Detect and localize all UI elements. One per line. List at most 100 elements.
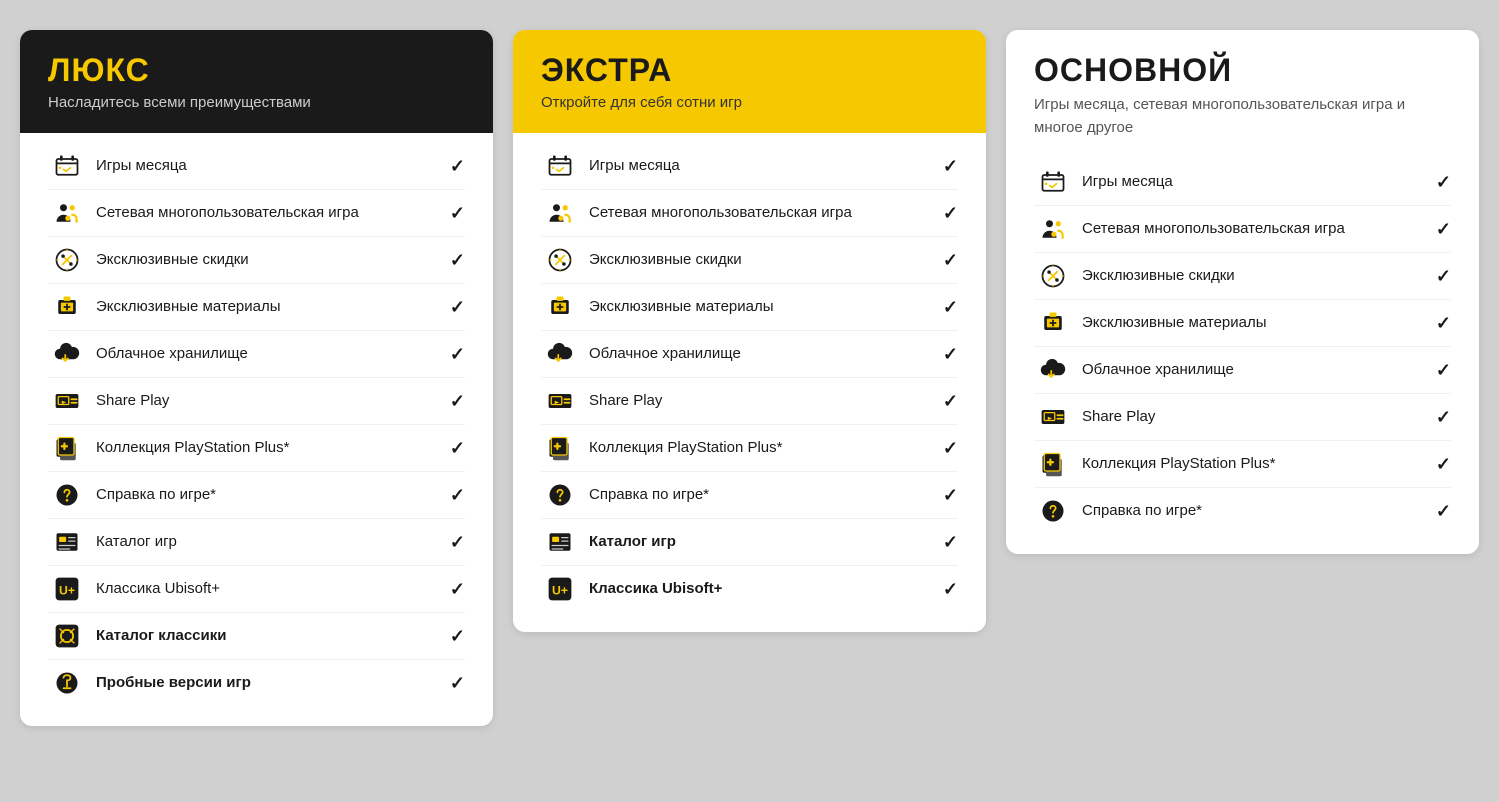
list-item: Коллекция PlayStation Plus* ✓	[541, 425, 958, 472]
cloud-icon	[48, 340, 86, 368]
feature-check: ✓	[450, 673, 465, 694]
feature-label: Пробные версии игр	[96, 673, 442, 693]
list-item: Сетевая многопользовательская игра✓	[541, 190, 958, 237]
list-item: Эксклюзивные материалы ✓	[541, 284, 958, 331]
shareplay-icon	[541, 387, 579, 415]
card-basic: ОСНОВНОЙ Игры месяца, сетевая многопользо…	[1006, 30, 1479, 554]
feature-check: ✓	[1436, 172, 1451, 193]
feature-check: ✓	[450, 297, 465, 318]
multiplayer-icon	[48, 199, 86, 227]
feature-check: ✓	[943, 344, 958, 365]
list-item: Каталог игр ✓	[541, 519, 958, 566]
list-item: Справка по игре*✓	[541, 472, 958, 519]
ubisoft-icon: U+	[541, 575, 579, 603]
materials-icon	[48, 293, 86, 321]
feature-check: ✓	[943, 391, 958, 412]
list-item: Справка по игре*✓	[48, 472, 465, 519]
card-subtitle-extra: Откройте для себя сотни игр	[541, 94, 958, 111]
list-item: U+ Классика Ubisoft+✓	[48, 566, 465, 613]
hint-icon	[1034, 497, 1072, 525]
card-extra: ЭКСТРАОткройте для себя сотни игр Игры м…	[513, 30, 986, 632]
feature-label: Share Play	[96, 391, 442, 411]
catalog-icon	[541, 528, 579, 556]
feature-label: Эксклюзивные материалы	[589, 297, 935, 317]
feature-check: ✓	[450, 250, 465, 271]
feature-label: Сетевая многопользовательская игра	[1082, 219, 1428, 239]
feature-label: Share Play	[1082, 407, 1428, 427]
list-item: Справка по игре*✓	[1034, 488, 1451, 534]
list-item: Share Play ✓	[1034, 394, 1451, 441]
feature-label: Игры месяца	[589, 156, 935, 176]
card-header-basic: ОСНОВНОЙ Игры месяца, сетевая многопользо…	[1006, 30, 1479, 149]
card-title-basic: ОСНОВНОЙ	[1034, 52, 1451, 89]
list-item: Облачное хранилище ✓	[1034, 347, 1451, 394]
list-item: Облачное хранилище ✓	[541, 331, 958, 378]
svg-text:U+: U+	[59, 583, 75, 597]
feature-check: ✓	[1436, 454, 1451, 475]
feature-check: ✓	[450, 485, 465, 506]
list-item: Сетевая многопользовательская игра ✓	[48, 190, 465, 237]
card-subtitle-luxe: Насладитесь всеми преимуществами	[48, 94, 465, 111]
feature-label: Классика Ubisoft+	[589, 579, 935, 599]
list-item: Эксклюзивные материалы✓	[1034, 300, 1451, 347]
feature-check: ✓	[943, 297, 958, 318]
feature-label: Игры месяца	[1082, 172, 1428, 192]
feature-check: ✓	[450, 344, 465, 365]
catalog-icon	[48, 528, 86, 556]
feature-label: Каталог игр	[589, 532, 935, 552]
feature-check: ✓	[450, 532, 465, 553]
feature-label: Эксклюзивные скидки	[1082, 266, 1428, 286]
list-item: Share Play✓	[541, 378, 958, 425]
ubisoft-icon: U+	[48, 575, 86, 603]
list-item: Каталог классики✓	[48, 613, 465, 660]
classics-icon	[48, 622, 86, 650]
hint-icon	[541, 481, 579, 509]
feature-check: ✓	[1436, 360, 1451, 381]
feature-check: ✓	[450, 438, 465, 459]
feature-label: Эксклюзивные скидки	[96, 250, 442, 270]
list-item: Коллекция PlayStation Plus* ✓	[1034, 441, 1451, 488]
card-body-extra: Игры месяца ✓ Сетевая многопользовательск…	[513, 133, 986, 632]
discount-icon	[48, 246, 86, 274]
feature-check: ✓	[943, 532, 958, 553]
feature-label: Каталог игр	[96, 532, 442, 552]
list-item: Коллекция PlayStation Plus*✓	[48, 425, 465, 472]
list-item: Share Play ✓	[48, 378, 465, 425]
feature-label: Сетевая многопользовательская игра	[589, 203, 935, 223]
feature-label: Коллекция PlayStation Plus*	[589, 438, 935, 458]
card-header-luxe: ЛЮКС Насладитесь всеми преимуществами	[20, 30, 493, 133]
feature-check: ✓	[1436, 313, 1451, 334]
feature-label: Классика Ubisoft+	[96, 579, 442, 599]
card-header-extra: ЭКСТРАОткройте для себя сотни игр	[513, 30, 986, 133]
feature-check: ✓	[943, 579, 958, 600]
list-item: Сетевая многопользовательская игра✓	[1034, 206, 1451, 253]
feature-check: ✓	[1436, 407, 1451, 428]
feature-check: ✓	[450, 203, 465, 224]
shareplay-icon	[48, 387, 86, 415]
discount-icon	[1034, 262, 1072, 290]
list-item: Каталог игр ✓	[48, 519, 465, 566]
shareplay-icon	[1034, 403, 1072, 431]
feature-check: ✓	[943, 438, 958, 459]
svg-text:U+: U+	[552, 583, 568, 597]
card-title-luxe: ЛЮКС	[48, 52, 465, 89]
games-month-icon	[48, 152, 86, 180]
feature-label: Облачное хранилище	[1082, 360, 1428, 380]
feature-check: ✓	[450, 391, 465, 412]
list-item: Эксклюзивные скидки✓	[541, 237, 958, 284]
list-item: Эксклюзивные скидки ✓	[48, 237, 465, 284]
feature-check: ✓	[450, 156, 465, 177]
feature-label: Сетевая многопользовательская игра	[96, 203, 442, 223]
cloud-icon	[1034, 356, 1072, 384]
discount-icon	[541, 246, 579, 274]
feature-check: ✓	[943, 250, 958, 271]
feature-check: ✓	[943, 156, 958, 177]
multiplayer-icon	[541, 199, 579, 227]
feature-label: Коллекция PlayStation Plus*	[1082, 454, 1428, 474]
card-subtitle-basic: Игры месяца, сетевая многопользовательск…	[1034, 94, 1451, 139]
list-item: Игры месяца ✓	[541, 143, 958, 190]
materials-icon	[1034, 309, 1072, 337]
list-item: U+ Классика Ubisoft+ ✓	[541, 566, 958, 612]
feature-label: Игры месяца	[96, 156, 442, 176]
feature-label: Облачное хранилище	[589, 344, 935, 364]
